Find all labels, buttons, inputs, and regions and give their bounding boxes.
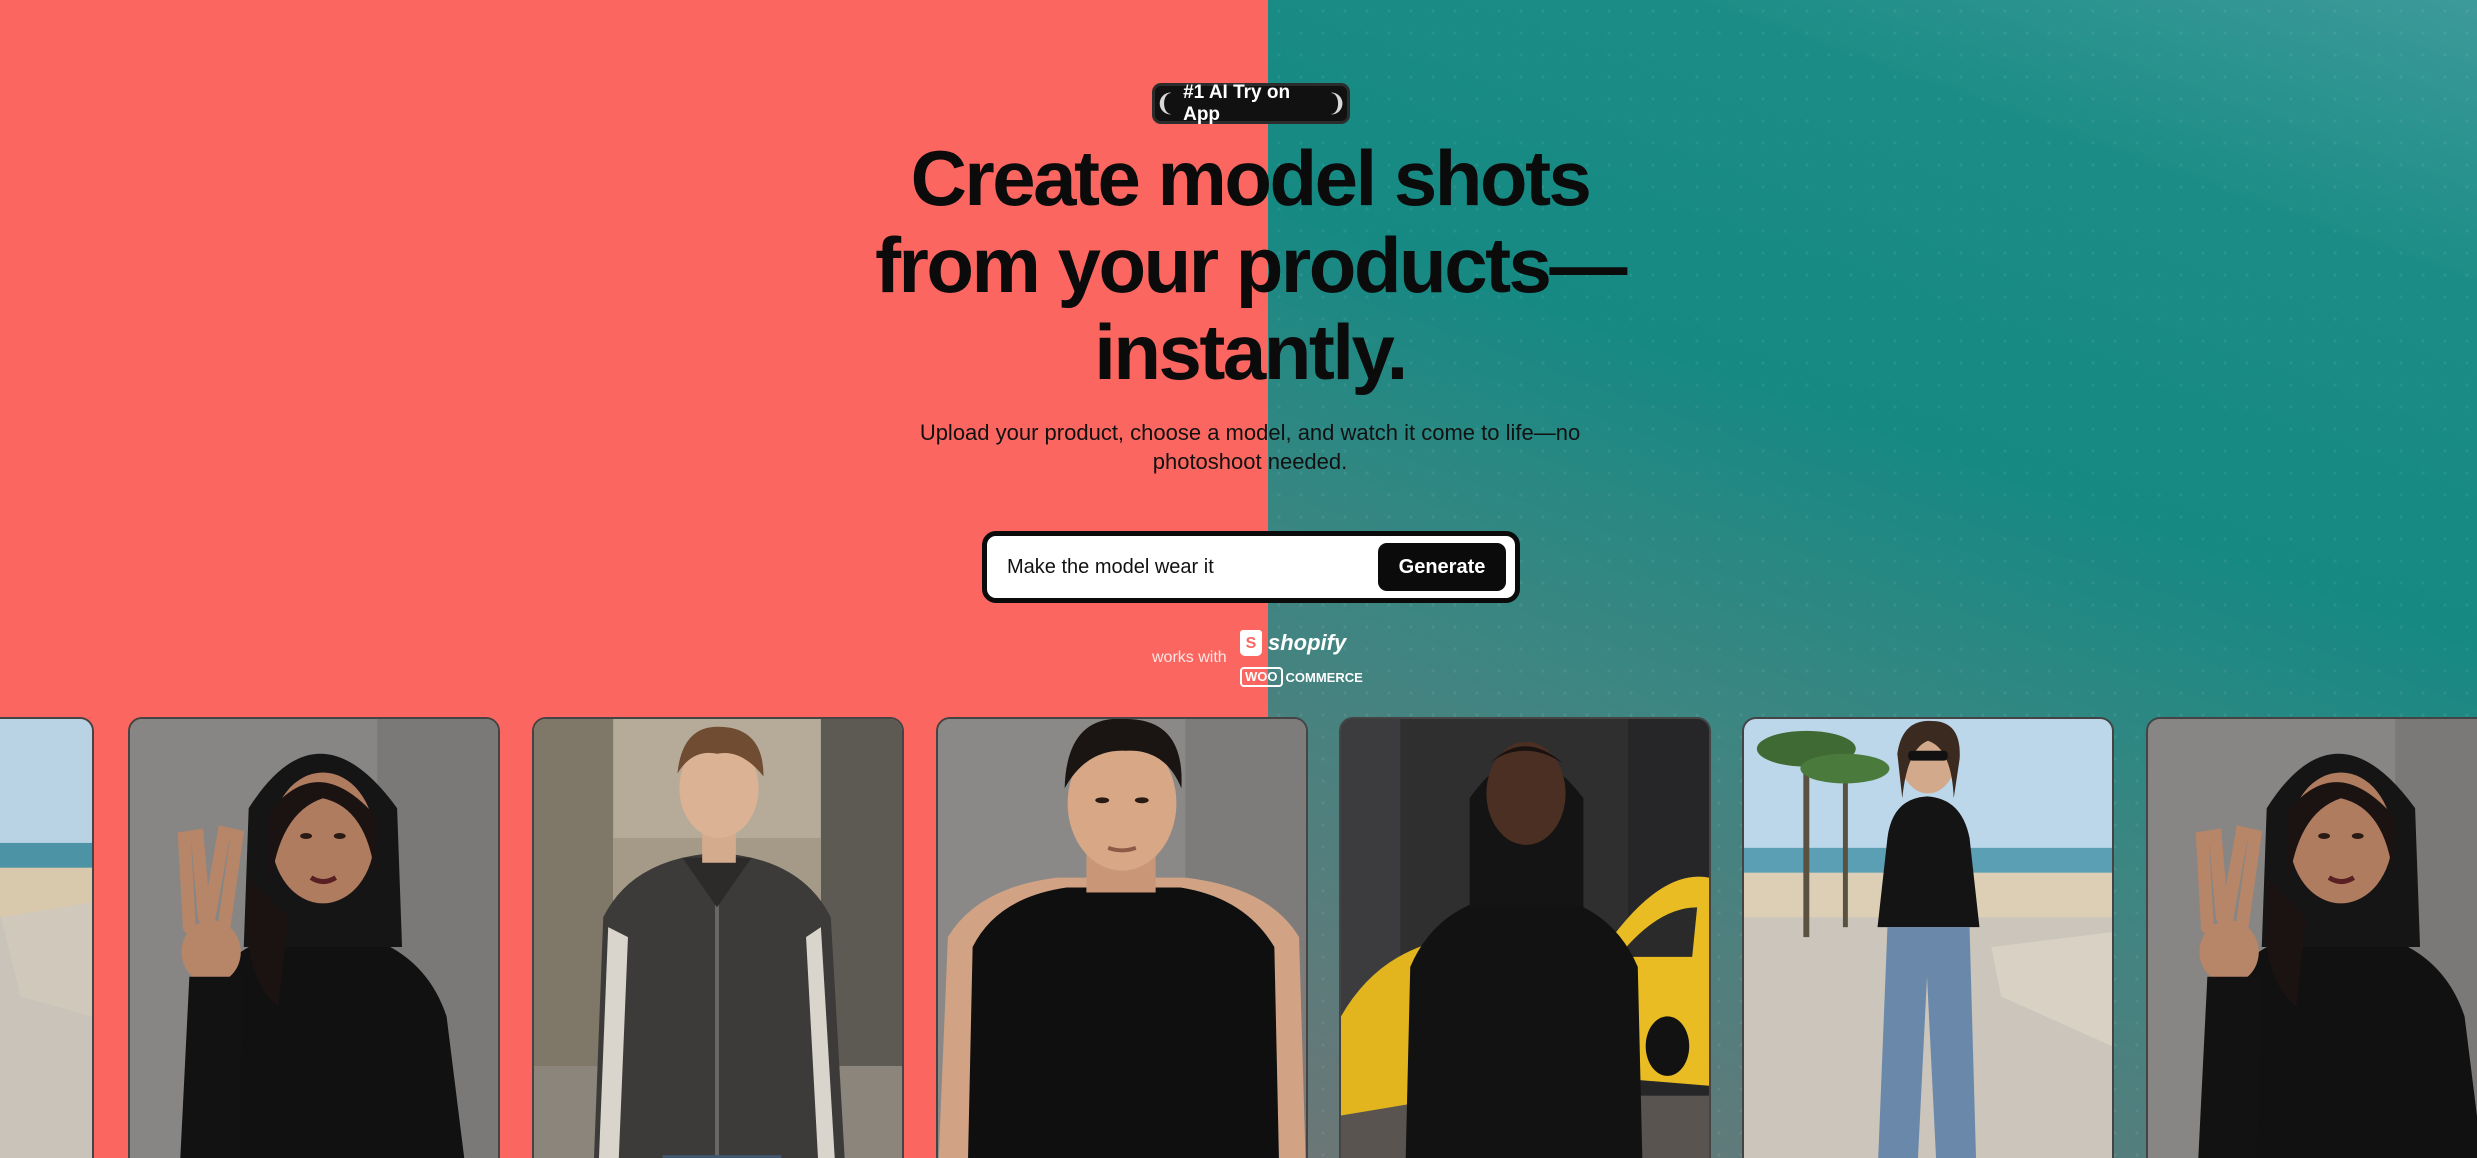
shopify-bag-icon: S: [1240, 630, 1262, 656]
ranking-badge: ❨ #1 AI Try on App ❩: [1152, 81, 1350, 125]
commerce-wordmark: COMMERCE: [1285, 669, 1363, 685]
works-with-label: works with: [1152, 649, 1227, 666]
page-subtitle: Upload your product, choose a model, and…: [919, 420, 1581, 474]
man-grey-track-jacket-street-photo: [534, 719, 902, 1158]
shopify-wordmark: shopify: [1268, 630, 1347, 655]
gallery-card[interactable]: [532, 717, 904, 1158]
prompt-input[interactable]: [1007, 555, 1367, 579]
woocommerce-logo: WOO COMMERCE: [1240, 666, 1363, 688]
prompt-form: Generate: [982, 531, 1520, 603]
gallery-card[interactable]: [0, 717, 94, 1158]
gallery-card[interactable]: [128, 717, 500, 1158]
man-black-hoodie-yellow-car-photo: [1341, 719, 1709, 1158]
page-title: Create model shots from your products—in…: [875, 134, 1627, 396]
gallery-card[interactable]: [1742, 717, 2114, 1158]
woo-wordmark: WOO: [1240, 667, 1283, 687]
model-gallery: [0, 717, 2477, 1158]
laurel-right-icon: ❩: [1326, 89, 1347, 117]
shopify-logo: S shopify: [1240, 628, 1346, 658]
laurel-left-icon: ❨: [1155, 89, 1176, 117]
generate-button[interactable]: Generate: [1378, 543, 1506, 591]
woman-black-hoodie-peace-sign-photo: [2148, 719, 2477, 1158]
beach-promenade-photo: [0, 719, 92, 1158]
woman-black-tshirt-jeans-beach-photo: [1744, 719, 2112, 1158]
gallery-card[interactable]: [2146, 717, 2477, 1158]
badge-label: #1 AI Try on App: [1183, 81, 1291, 125]
woman-black-hoodie-peace-sign-photo: [130, 719, 498, 1158]
gallery-card[interactable]: [936, 717, 1308, 1158]
man-black-tshirt-portrait-photo: [938, 719, 1306, 1158]
gallery-card[interactable]: [1339, 717, 1711, 1158]
